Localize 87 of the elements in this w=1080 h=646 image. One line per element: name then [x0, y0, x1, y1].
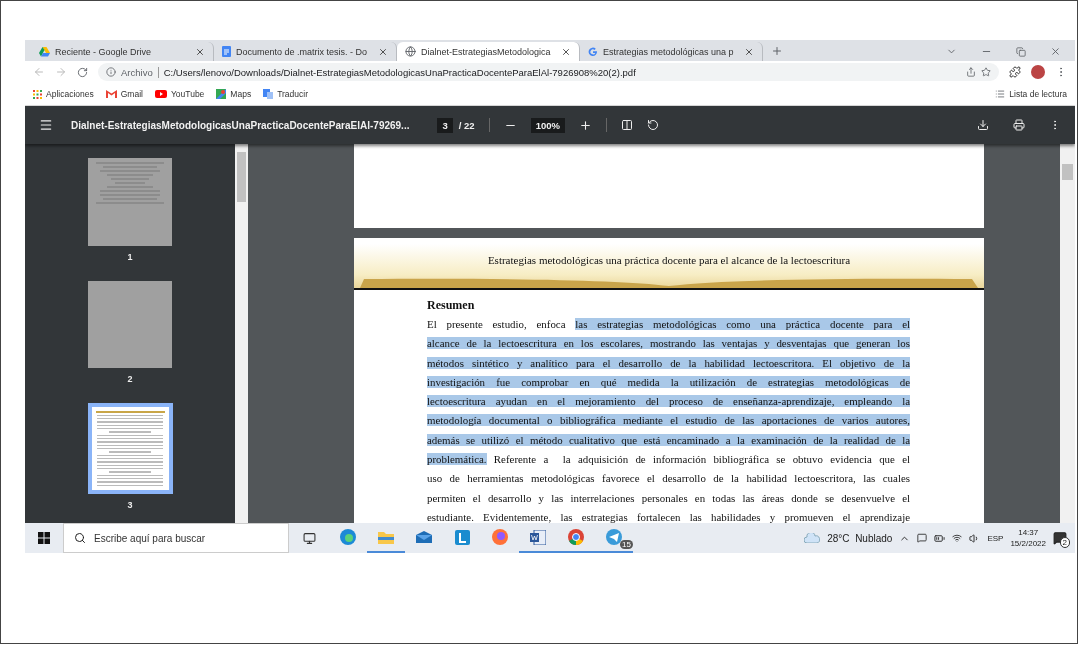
paragraph-text: uso de herramientas metodológicas favorece el desarrollo de la habilidad lectoescritora, las cuales — [427, 472, 910, 485]
clock-time[interactable]: 14:37 — [1018, 527, 1039, 538]
highlighted-text: investigación fue comprobar en qué medida la utilización de estrategias metodológicas de — [427, 375, 910, 388]
page-thumbnail[interactable] — [87, 403, 173, 494]
taskbar-app[interactable]: 15 — [595, 523, 633, 553]
section-heading: Resumen — [427, 298, 476, 313]
highlighted-text: metodología documental o bibliográfica mediante el estudio de las aportaciones de varios autores, — [427, 414, 910, 427]
paragraph-text: El presente estudio, enfoca — [427, 318, 567, 330]
document-title: Dialnet-EstrategiasMetodologicasUnaPracticaDocenteParaElAl-79269... — [71, 119, 410, 131]
translate-icon — [263, 89, 274, 99]
letter-l-icon — [454, 529, 470, 545]
chrome-style-icon — [568, 529, 584, 545]
google-icon — [588, 46, 598, 57]
page-thumbnail[interactable] — [88, 158, 172, 246]
profile-avatar[interactable] — [1031, 65, 1045, 79]
browser-icon — [340, 529, 356, 545]
highlighted-text: métodos sintético y analítico para el desarrollo de la habilidad lectoescritora. El objetivo de la — [427, 356, 910, 369]
bookmark[interactable]: Maps — [216, 89, 252, 99]
meeting-icon[interactable] — [917, 533, 928, 543]
page-header-text: Estrategias metodológicas una práctica docente para el alcance de la lectoescritura — [487, 254, 851, 266]
cloud-icon — [804, 533, 821, 543]
page-number-field[interactable]: 3 — [437, 117, 453, 133]
scheme-label: Archivo — [121, 66, 153, 78]
close-icon[interactable] — [1050, 46, 1061, 57]
highlighted-text: alcance de la lectoescritura en los escolares, mostrando las ventajas y desventajas que generan los — [427, 337, 910, 350]
paper-plane-icon — [606, 529, 622, 545]
document-icon — [222, 46, 231, 57]
highlighted-text: además se utilizó el método cualitativo que está encaminado a la examinación de la realidad de la — [427, 433, 910, 446]
search-icon — [74, 532, 86, 544]
battery-icon[interactable] — [934, 532, 946, 544]
page-label: 3 — [127, 500, 133, 510]
download-icon[interactable] — [977, 119, 989, 131]
document-w-icon — [530, 529, 546, 545]
scrollbar[interactable] — [235, 144, 248, 523]
reading-list-button[interactable]: Lista de lectura — [995, 89, 1067, 99]
apps-grid-icon — [33, 89, 42, 99]
close-icon[interactable] — [744, 46, 754, 57]
folder-icon — [378, 530, 394, 544]
close-icon[interactable] — [561, 46, 571, 57]
paragraph-text: Referente a la adquisición de información bibliográfica se obtuvo evidencia que el — [492, 453, 910, 466]
mail-icon — [416, 531, 432, 543]
list-icon — [995, 89, 1006, 99]
taskbar-search-field[interactable]: Escribe aquí para buscar — [63, 523, 289, 553]
address-bar[interactable]: Archivo C:/Users/lenovo/Downloads/Dialnet-EstrategiasMetodologicasUnaPracticaDocenteParaElAl-7926908%20(2).pdf — [98, 63, 999, 81]
paragraph-text: estudiante. Evidentemente, las estrategias fortalecen las habilidades y promueven el aprendizaje — [427, 510, 910, 523]
highlighted-text: las estrategias metodológicas como una práctica docente para el — [575, 318, 910, 330]
app-badge: 15 — [620, 540, 633, 549]
drive-icon — [39, 46, 50, 57]
share-icon[interactable] — [966, 67, 976, 77]
clock-date[interactable]: 15/2/2022 — [1010, 538, 1046, 549]
page-label: 1 — [127, 251, 133, 262]
bookmark[interactable]: YouTube — [154, 89, 205, 99]
highlighted-text: problemática. — [427, 453, 487, 466]
page-total: / 22 — [458, 119, 475, 131]
language-indicator[interactable]: ESP — [987, 533, 1004, 543]
close-icon[interactable] — [378, 46, 388, 57]
new-tab-icon[interactable] — [771, 45, 783, 57]
globe-icon — [405, 46, 416, 57]
menu-icon[interactable] — [39, 118, 53, 132]
mail-icon — [105, 90, 117, 98]
close-icon[interactable] — [195, 46, 205, 57]
browser-tab[interactable]: Dialnet-EstrategiasMetodologica — [397, 42, 580, 61]
weather-text[interactable]: 28°C Nublado — [827, 532, 893, 544]
puzzle-icon[interactable] — [1009, 66, 1021, 78]
video-play-icon — [154, 90, 167, 98]
highlighted-text: lectoescritura ayudan en el mejoramiento del proceso de enseñanza-aprendizaje, empleando la — [427, 395, 910, 408]
scrollbar[interactable] — [1060, 144, 1075, 523]
restore-icon[interactable] — [1016, 46, 1026, 57]
star-icon[interactable] — [981, 67, 991, 77]
url-text: C:/Users/lenovo/Downloads/Dialnet-EstrategiasMetodologicasUnaPracticaDocenteParaElAl-7926908%20(2).pdf — [163, 66, 637, 78]
info-icon — [106, 67, 116, 77]
fox-icon — [492, 529, 508, 545]
bookmark[interactable]: Traducir — [263, 89, 308, 99]
zoom-in-icon[interactable] — [578, 118, 592, 132]
bookmark[interactable]: Gmail — [105, 89, 143, 99]
zoom-field[interactable]: 100% — [530, 117, 565, 133]
rotate-icon[interactable] — [646, 119, 659, 131]
page-thumbnail[interactable] — [88, 280, 172, 369]
paragraph-text: permiten el desarrollo y las interrelaciones personales en todas las áreas donde se desenvuelve el — [427, 491, 910, 504]
wifi-icon[interactable] — [952, 533, 963, 543]
fit-page-icon[interactable] — [620, 119, 633, 131]
print-icon[interactable] — [1013, 119, 1025, 131]
notification-icon[interactable]: 2 — [1053, 531, 1067, 545]
page-label: 2 — [127, 374, 133, 385]
reload-icon[interactable] — [77, 66, 88, 78]
bookmark[interactable]: Aplicaciones — [33, 89, 94, 99]
map-icon — [216, 89, 227, 99]
